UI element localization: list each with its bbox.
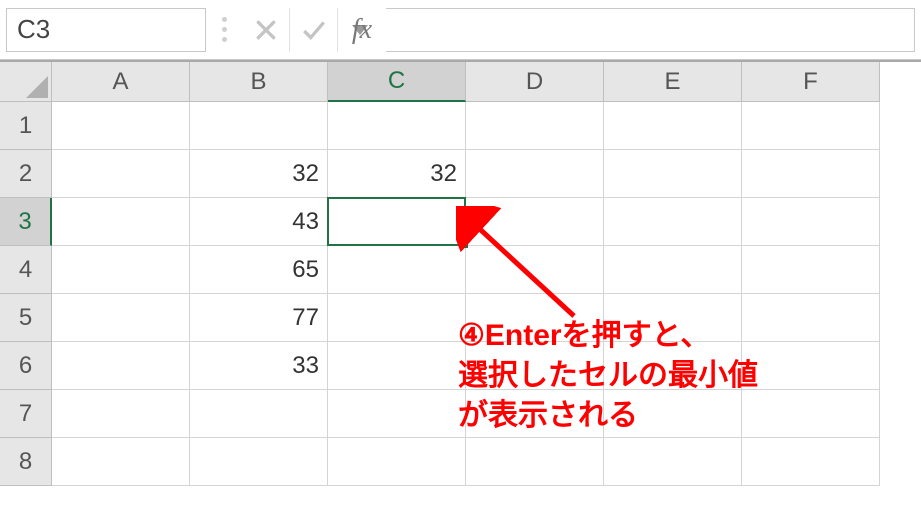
formula-bar: fx xyxy=(0,0,921,60)
cell[interactable]: 33 xyxy=(190,342,328,390)
column-header[interactable]: D xyxy=(466,62,604,102)
cell[interactable] xyxy=(52,150,190,198)
cancel-button xyxy=(242,8,290,52)
cell[interactable] xyxy=(328,390,466,438)
cell[interactable]: 32 xyxy=(328,150,466,198)
cell[interactable] xyxy=(466,102,604,150)
cell[interactable]: 77 xyxy=(190,294,328,342)
annotation-text: ④Enterを押すと、 選択したセルの最小値 が表示される xyxy=(458,316,758,436)
row-header[interactable]: 7 xyxy=(0,390,52,438)
insert-function-button[interactable]: fx xyxy=(338,8,386,52)
cell[interactable]: 32 xyxy=(190,150,328,198)
cell[interactable] xyxy=(742,246,880,294)
cell[interactable] xyxy=(466,198,604,246)
cell[interactable] xyxy=(190,438,328,486)
cell[interactable] xyxy=(604,246,742,294)
row-header[interactable]: 6 xyxy=(0,342,52,390)
cell[interactable] xyxy=(742,150,880,198)
formula-input[interactable] xyxy=(386,8,915,52)
cell[interactable] xyxy=(742,198,880,246)
column-header[interactable]: E xyxy=(604,62,742,102)
cell[interactable] xyxy=(52,198,190,246)
cell[interactable] xyxy=(466,246,604,294)
cell[interactable] xyxy=(52,342,190,390)
row-header[interactable]: 1 xyxy=(0,102,52,150)
cell[interactable] xyxy=(328,198,466,246)
cell[interactable] xyxy=(328,438,466,486)
cell[interactable] xyxy=(466,150,604,198)
cell[interactable] xyxy=(466,438,604,486)
row-header[interactable]: 4 xyxy=(0,246,52,294)
cell[interactable] xyxy=(52,294,190,342)
cell[interactable] xyxy=(742,102,880,150)
cell[interactable]: 43 xyxy=(190,198,328,246)
cell[interactable] xyxy=(328,342,466,390)
row-header[interactable]: 3 xyxy=(0,198,52,246)
cell[interactable] xyxy=(190,102,328,150)
name-box-wrap[interactable] xyxy=(6,8,206,52)
row-header[interactable]: 8 xyxy=(0,438,52,486)
formula-bar-separator xyxy=(206,17,242,42)
cell[interactable] xyxy=(52,390,190,438)
cell[interactable] xyxy=(328,294,466,342)
enter-button xyxy=(290,8,338,52)
cell[interactable] xyxy=(328,102,466,150)
cell[interactable] xyxy=(742,342,880,390)
select-all-corner[interactable] xyxy=(0,62,52,102)
cell[interactable] xyxy=(604,102,742,150)
cell[interactable] xyxy=(742,390,880,438)
cell[interactable] xyxy=(52,246,190,294)
row-header[interactable]: 5 xyxy=(0,294,52,342)
cell[interactable] xyxy=(742,294,880,342)
column-header[interactable]: B xyxy=(190,62,328,102)
cell[interactable] xyxy=(604,438,742,486)
cell[interactable]: 65 xyxy=(190,246,328,294)
cell[interactable] xyxy=(52,438,190,486)
cell[interactable] xyxy=(604,198,742,246)
fx-icon: fx xyxy=(352,14,372,46)
cell[interactable] xyxy=(328,246,466,294)
cell[interactable] xyxy=(604,150,742,198)
column-header[interactable]: A xyxy=(52,62,190,102)
column-header[interactable]: F xyxy=(742,62,880,102)
column-header[interactable]: C xyxy=(328,62,466,102)
cell[interactable] xyxy=(742,438,880,486)
cell[interactable] xyxy=(190,390,328,438)
cell[interactable] xyxy=(52,102,190,150)
row-header[interactable]: 2 xyxy=(0,150,52,198)
